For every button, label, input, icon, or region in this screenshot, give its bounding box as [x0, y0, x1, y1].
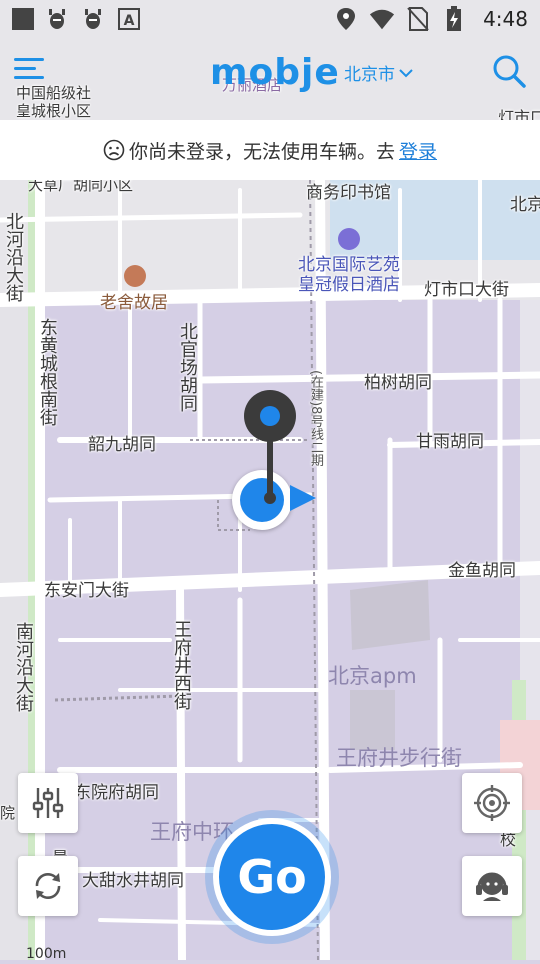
customer-service-button[interactable] [462, 856, 522, 916]
svg-text:A: A [124, 13, 135, 29]
map-label: 大甜水井胡同 [82, 871, 184, 891]
map-label: 王府中环 [150, 820, 234, 844]
map-label: 北京 [510, 195, 540, 215]
square-icon [12, 8, 34, 30]
crosshair-icon [474, 785, 510, 821]
map-label: 灯市口大街 [424, 280, 509, 300]
city-selector[interactable]: 北京市 [344, 60, 413, 85]
filter-button[interactable] [18, 773, 78, 833]
map-label: 皇冠假日酒店 [298, 275, 400, 295]
hamburger-menu-icon[interactable] [14, 56, 46, 82]
map-label: 北河沿大街 [3, 212, 24, 302]
battery-charging-icon [441, 6, 467, 32]
map-label: 院 [0, 804, 16, 822]
map-label: 老舍故居 [100, 293, 168, 313]
map-label: 柏树胡同 [364, 373, 432, 393]
login-message: 你尚未登录，无法使用车辆。去 [128, 140, 395, 163]
bug-icon [44, 6, 70, 32]
refresh-icon [35, 873, 61, 899]
status-bar: A 4:48 [0, 0, 540, 38]
customer-service-icon [476, 872, 508, 901]
map-label: 南河沿大街 [13, 622, 34, 712]
locate-button[interactable] [462, 773, 522, 833]
login-banner: 你尚未登录，无法使用车辆。去 登录 [0, 120, 540, 180]
map-label: 东安门大街 [44, 581, 129, 601]
map-label: 王府井西街 [171, 620, 192, 710]
map-label: 东黄城根南街 [37, 318, 58, 426]
login-link[interactable]: 登录 [399, 137, 437, 164]
map-label: 东院府胡同 [74, 783, 159, 803]
map-pin[interactable] [244, 390, 296, 510]
map-label: (在建)8号线二期 [308, 370, 323, 467]
chevron-down-icon [399, 68, 413, 77]
sliders-icon [32, 788, 64, 818]
map-label: 王府井步行街 [336, 746, 462, 770]
map-label: 韶九胡同 [88, 435, 156, 455]
app-logo: mobje [210, 52, 340, 93]
refresh-button[interactable] [18, 856, 78, 916]
map-label: 金鱼胡同 [448, 561, 516, 581]
map-label: 商务印书馆 [306, 183, 391, 203]
map-label: 甘雨胡同 [416, 432, 484, 452]
search-icon[interactable] [492, 54, 526, 88]
wifi-icon [369, 6, 395, 32]
location-icon [333, 6, 359, 32]
sad-face-icon [103, 139, 125, 161]
poi-museum-icon [124, 265, 146, 287]
font-a-icon: A [116, 6, 142, 32]
map-label: 北官场胡同 [177, 322, 198, 412]
go-button[interactable]: Go [213, 818, 331, 936]
city-label: 北京市 [344, 65, 395, 85]
poi-hotel-icon [338, 228, 360, 250]
app-header: mobje 北京市 [0, 38, 540, 120]
bug-icon [80, 6, 106, 32]
no-sim-icon [405, 6, 431, 32]
status-time: 4:48 [483, 7, 528, 31]
map-label: 北京apm [328, 664, 417, 688]
